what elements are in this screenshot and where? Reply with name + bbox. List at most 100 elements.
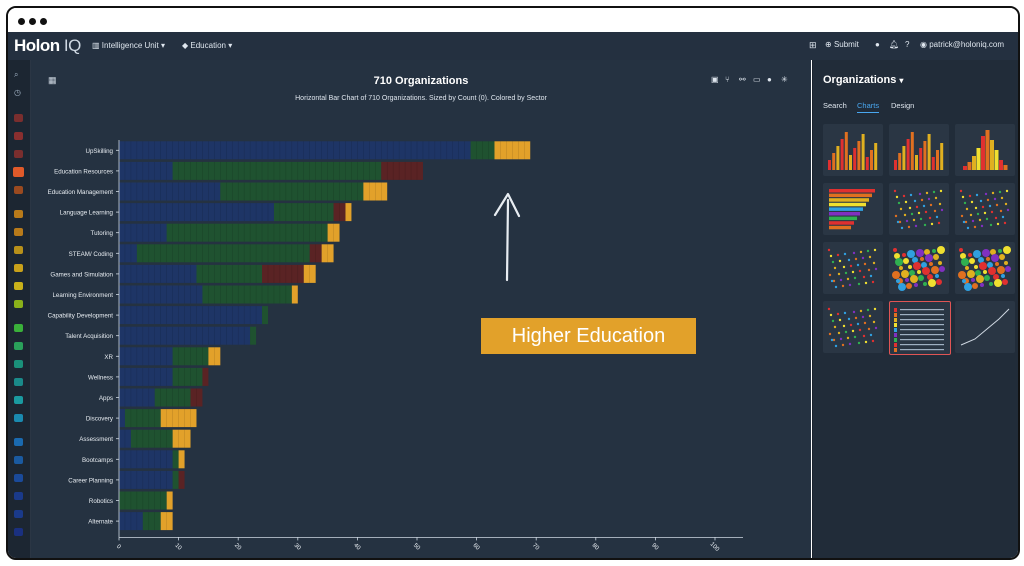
bar-chart-thumbnail[interactable] [823,124,883,176]
map-icon[interactable] [14,300,23,308]
bar-segment[interactable] [262,306,268,325]
category-label: Talent Acquisition [65,333,113,340]
bar-segment[interactable] [130,429,173,448]
sidebar-module-icon[interactable] [14,246,23,254]
sidebar-module-icon[interactable] [14,210,23,218]
logo-text: Holon [14,36,60,55]
bar-segment[interactable] [172,470,179,489]
sidebar-module-icon[interactable] [14,396,23,404]
tab-search[interactable]: Search [823,101,847,110]
x-tick-label: 50 [412,543,421,552]
history-icon[interactable]: ◷ [14,88,21,97]
bar-segment[interactable] [262,264,304,283]
tab-charts[interactable]: Charts [857,101,880,113]
horizontal-bar-thumbnail[interactable] [823,183,883,235]
help-icon[interactable]: ? [905,40,909,49]
tab-design[interactable]: Design [891,101,914,110]
bar-segment[interactable] [119,450,173,469]
sector-dropdown[interactable]: ◆ Education ▾ [182,41,232,50]
stacked-bar-thumbnail[interactable] [889,124,949,176]
submit-label: Submit [833,40,859,49]
sidebar-module-icon[interactable] [14,264,23,272]
flag-icon[interactable] [14,186,23,194]
right-panel: Organizations ▾ Search Charts Design [812,60,1018,558]
window-dot-icon [18,18,25,25]
sidebar-module-icon[interactable] [14,132,23,140]
sidebar-module-icon[interactable] [14,510,23,518]
bar-segment[interactable] [202,285,292,304]
line-chart-thumbnail[interactable] [955,301,1015,353]
user-menu[interactable]: ◉ patrick@holoniq.com [920,40,1004,49]
bar-segment[interactable] [119,141,471,160]
bar-segment[interactable] [250,326,257,345]
x-tick-label: 20 [233,543,242,552]
x-tick-label: 60 [471,543,480,552]
dot-map-thumbnail[interactable] [823,301,883,353]
logo-suffix: IQ [63,36,81,55]
bar-segment[interactable] [119,161,173,180]
sidebar-module-icon[interactable] [14,492,23,500]
bell-icon[interactable]: 🔔︎ [889,40,899,49]
bar-segment[interactable] [119,409,125,428]
bubble-cluster-thumbnail[interactable] [955,242,1015,294]
panel-title-text: Organizations [823,74,897,86]
sidebar-module-icon[interactable] [14,378,23,386]
bar-segment[interactable] [142,512,161,531]
bar-chart-icon[interactable] [13,167,24,177]
bar-segment[interactable] [291,285,298,304]
bar-segment[interactable] [381,161,423,180]
bar-segment[interactable] [172,367,203,386]
dot-plot-thumbnail[interactable] [955,183,1015,235]
bar-segment[interactable] [178,470,185,489]
bar-segment[interactable] [172,161,382,180]
bar-segment[interactable] [172,450,179,469]
users-icon[interactable] [14,342,23,350]
panel-title[interactable]: Organizations ▾ [823,74,903,86]
bar-segment[interactable] [119,182,221,201]
intelligence-unit-dropdown[interactable]: ▥ Intelligence Unit ▾ [92,41,165,50]
search-icon[interactable]: ⌕ [14,70,18,80]
bar-segment[interactable] [119,264,197,283]
category-label: Games and Simulation [50,271,113,278]
bar-segment[interactable] [119,347,173,366]
user-icon: ◉ [920,40,927,49]
bar-segment[interactable] [196,264,263,283]
status-dot-icon[interactable]: ● [875,40,880,49]
bar-segment[interactable] [119,367,173,386]
bar-segment[interactable] [119,244,137,263]
category-label: UpSkilling [85,148,113,155]
list-icon[interactable] [14,360,23,368]
sector-selector-label: Education [190,41,226,50]
bar-segment[interactable] [166,223,328,242]
sidebar-module-icon[interactable] [14,324,23,332]
bar-segment[interactable] [202,367,209,386]
sidebar-module-icon[interactable] [14,438,23,446]
sidebar-module-icon[interactable] [14,150,23,158]
sidebar-module-icon[interactable] [14,528,23,536]
sidebar-module-icon[interactable] [14,228,23,236]
histogram-thumbnail[interactable] [955,124,1015,176]
category-label: Apps [99,395,113,402]
scatter-thumbnail[interactable] [889,183,949,235]
bar-segment[interactable] [178,450,185,469]
beeswarm-thumbnail[interactable] [823,242,883,294]
sidebar-module-icon[interactable] [14,474,23,482]
chevron-down-icon: ▾ [160,41,165,50]
sidebar-module-icon[interactable] [14,414,23,422]
bar-segment[interactable] [119,470,173,489]
logo[interactable]: Holon IQ [14,36,81,56]
bar-segment[interactable] [166,491,173,510]
table-thumbnail[interactable] [889,301,951,355]
submit-button[interactable]: ⊕ Submit [825,40,859,49]
bar-segment[interactable] [136,244,310,263]
sidebar-module-icon[interactable] [14,114,23,122]
bubble-pack-thumbnail[interactable] [889,242,949,294]
category-label: Capability Development [48,313,114,320]
sidebar-module-icon[interactable] [14,456,23,464]
bar-segment[interactable] [345,203,352,222]
add-panel-icon[interactable]: ⊞ [809,40,817,51]
sidebar-module-icon[interactable] [14,282,23,290]
category-label: Wellness [88,374,113,381]
bar-segment[interactable] [172,429,191,448]
top-navbar: Holon IQ ▥ Intelligence Unit ▾ ◆ Educati… [8,32,1018,60]
